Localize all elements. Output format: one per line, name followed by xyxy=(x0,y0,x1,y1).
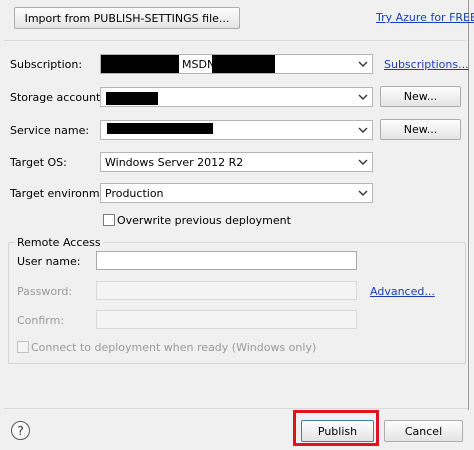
confirm-input[interactable] xyxy=(96,310,357,329)
advanced-link[interactable]: Advanced... xyxy=(370,285,435,298)
cancel-button[interactable]: Cancel xyxy=(384,420,463,442)
help-icon[interactable]: ? xyxy=(11,421,30,440)
user-name-label: User name: xyxy=(17,255,81,268)
chevron-down-icon xyxy=(358,127,368,133)
import-publish-settings-button[interactable]: Import from PUBLISH-SETTINGS file... xyxy=(14,7,240,29)
help-icon-glyph: ? xyxy=(17,423,24,438)
target-os-combo[interactable]: Windows Server 2012 R2 xyxy=(100,152,373,172)
user-name-input[interactable] xyxy=(96,251,357,270)
confirm-label: Confirm: xyxy=(17,314,65,327)
chevron-down-icon xyxy=(358,94,368,100)
chevron-down-icon xyxy=(358,190,368,196)
overwrite-checkbox[interactable] xyxy=(103,214,115,226)
chevron-down-icon xyxy=(358,61,368,67)
service-name-label: Service name: xyxy=(10,124,90,137)
subscription-label: Subscription: xyxy=(10,58,83,71)
footer-separator xyxy=(4,408,468,409)
target-environment-value: Production xyxy=(105,187,164,200)
password-label: Password: xyxy=(17,285,73,298)
storage-account-label: Storage account: xyxy=(10,91,105,104)
target-os-value: Windows Server 2012 R2 xyxy=(105,156,244,169)
redacted-block xyxy=(101,55,179,73)
subscription-value: MSDN xyxy=(182,58,216,71)
connect-when-ready-label: Connect to deployment when ready (Window… xyxy=(31,341,317,354)
target-os-label: Target OS: xyxy=(10,156,67,169)
redacted-block xyxy=(107,123,213,134)
chevron-down-icon xyxy=(358,159,368,165)
target-environment-combo[interactable]: Production xyxy=(100,183,373,203)
subscriptions-link[interactable]: Subscriptions... xyxy=(384,58,469,71)
publish-button[interactable]: Publish xyxy=(301,420,374,442)
try-azure-link[interactable]: Try Azure for FREE... xyxy=(376,11,474,24)
redacted-block xyxy=(106,92,158,105)
top-separator xyxy=(4,40,466,41)
connect-when-ready-checkbox[interactable] xyxy=(17,341,29,353)
new-storage-account-button[interactable]: New... xyxy=(380,86,461,107)
storage-account-combo[interactable] xyxy=(100,87,373,107)
new-service-button[interactable]: New... xyxy=(380,119,461,140)
password-input[interactable] xyxy=(96,281,357,300)
service-name-combo[interactable] xyxy=(100,120,373,140)
overwrite-label: Overwrite previous deployment xyxy=(117,214,291,227)
remote-access-title: Remote Access xyxy=(15,236,103,249)
redacted-block xyxy=(212,55,275,73)
subscription-combo[interactable]: MSDN xyxy=(100,54,373,74)
